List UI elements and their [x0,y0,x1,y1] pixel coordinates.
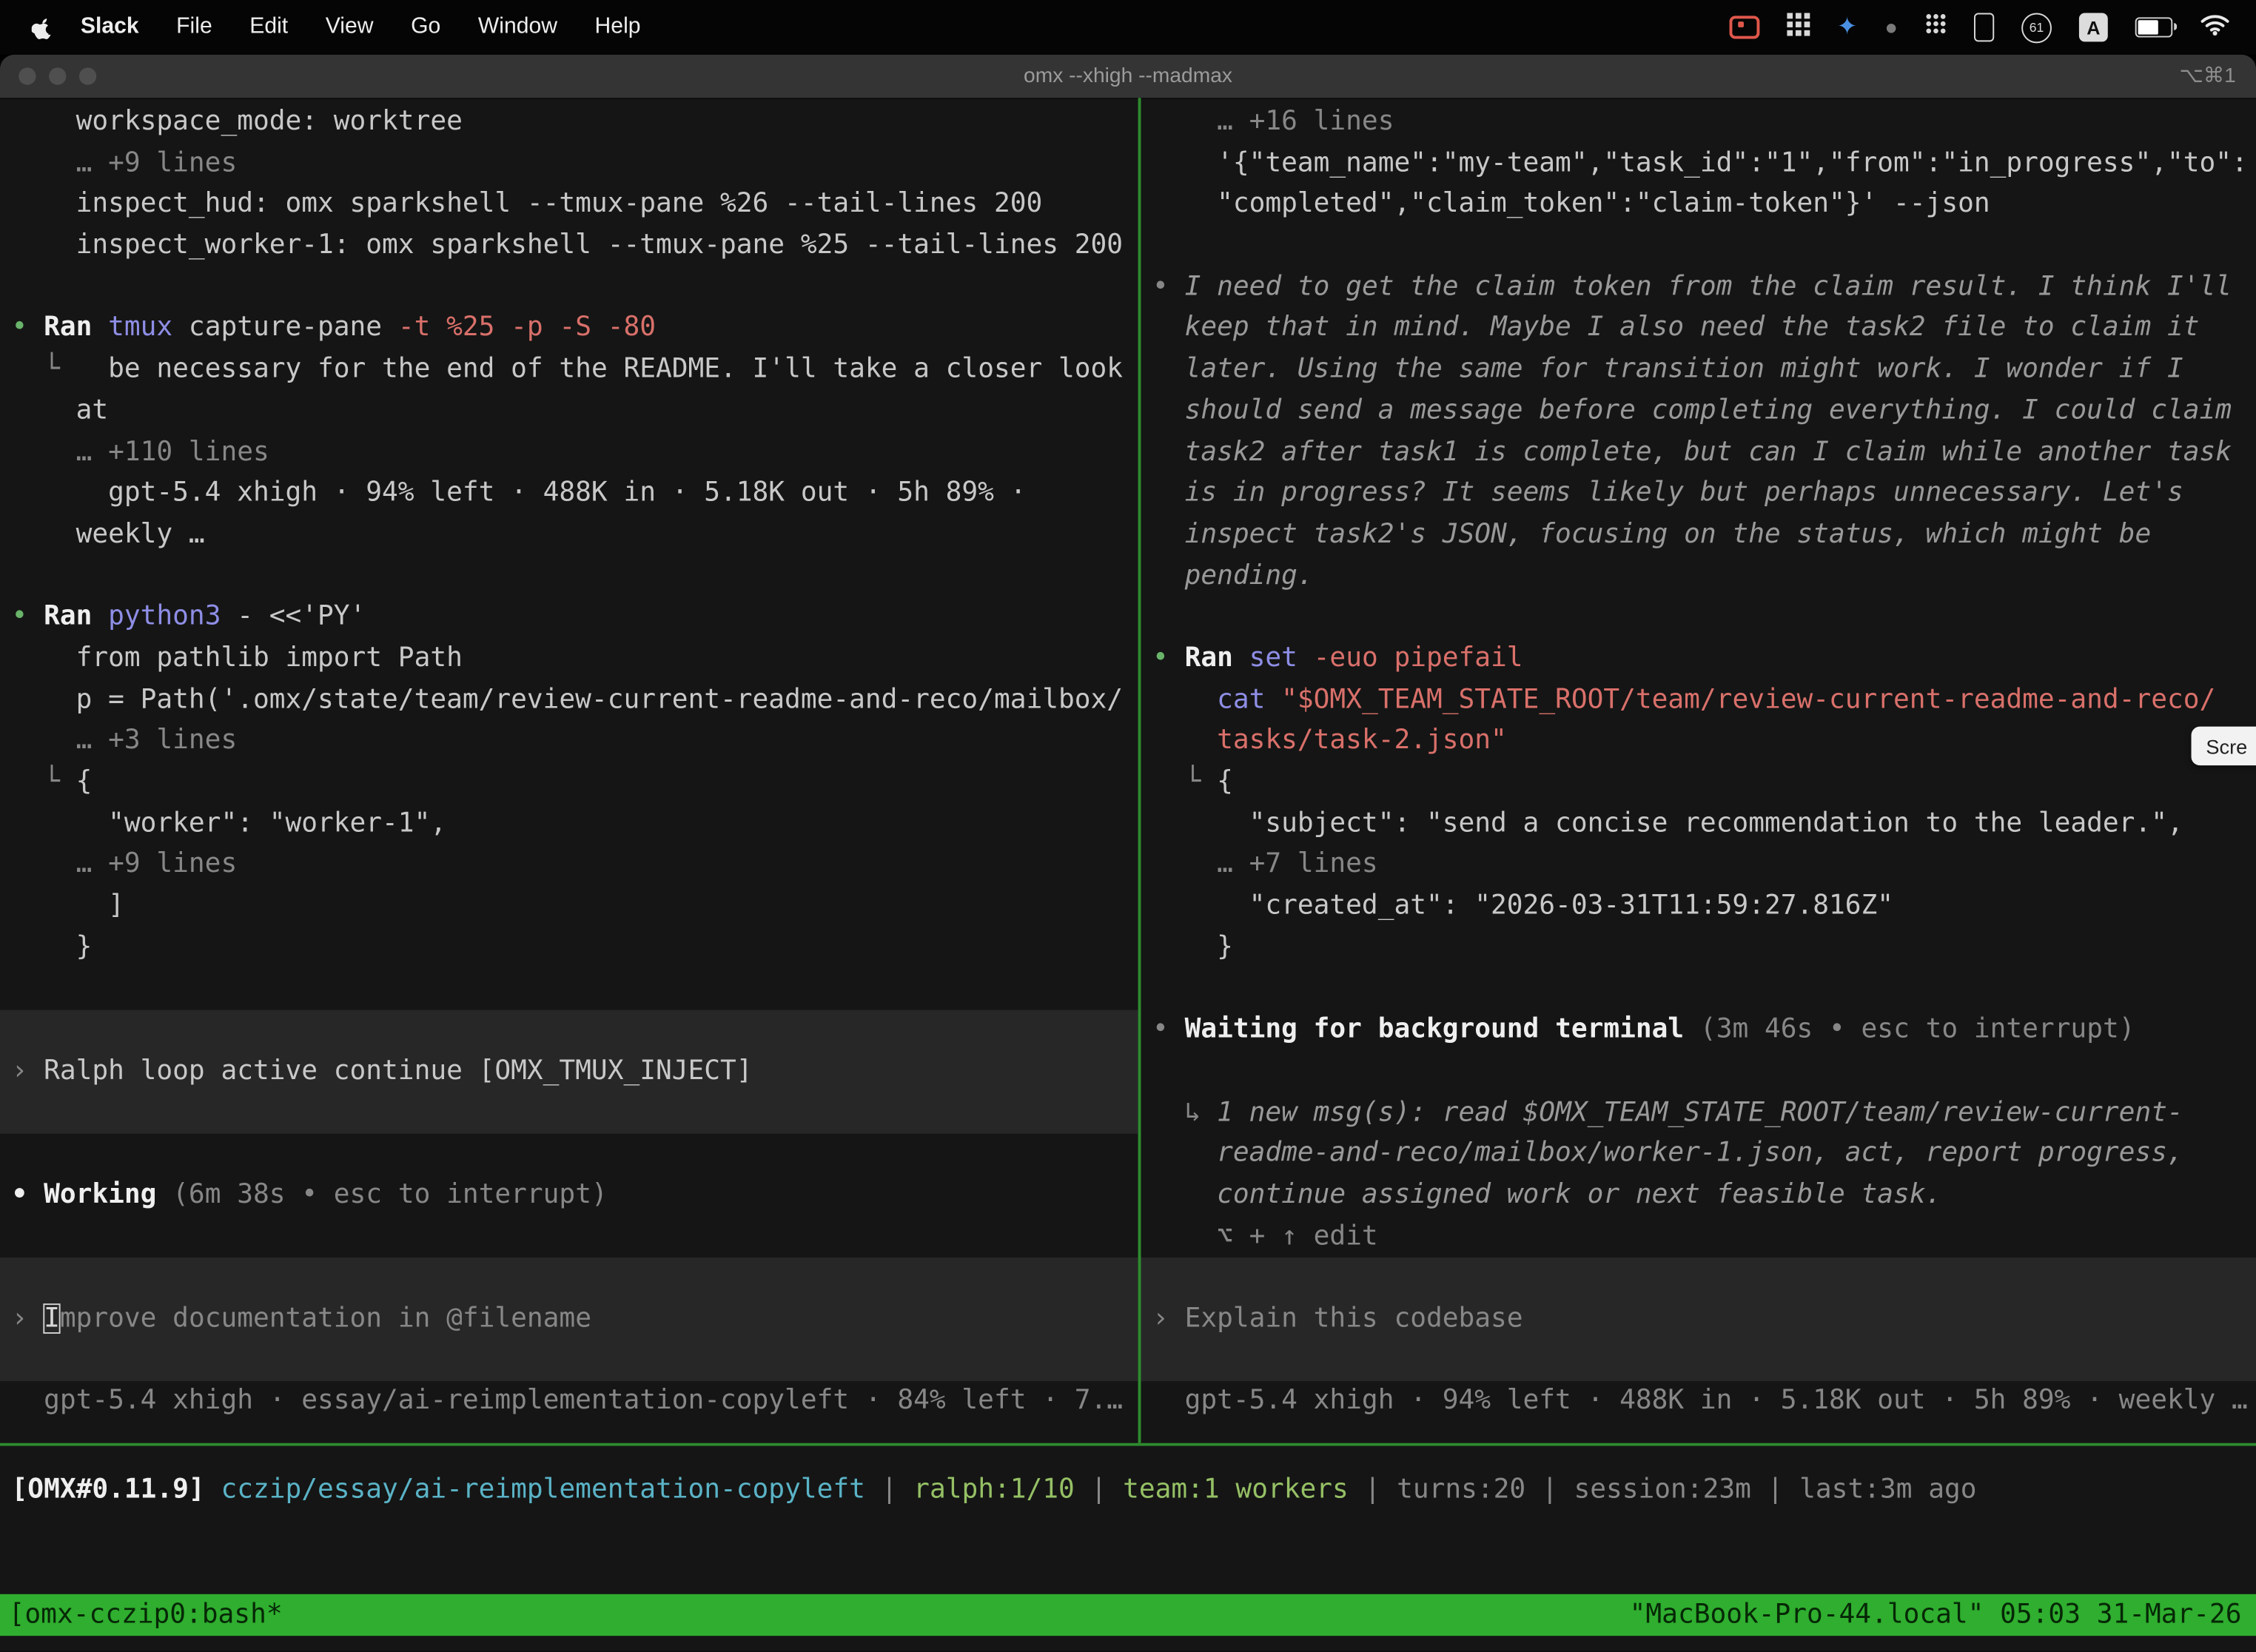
composer-input[interactable]: › Improve documentation in @filename [0,1258,1138,1381]
terminal-line: … +7 lines [1141,845,2256,887]
terminal-line: gpt-5.4 xhigh · 94% left · 488K in · 5.1… [0,474,1138,515]
tmux-host-clock: "MacBook-Pro-44.local" 05:03 31-Mar-26 [1630,1594,2256,1636]
menu-file[interactable]: File [158,14,231,40]
terminal-line: • I need to get the claim token from the… [1141,267,2256,309]
terminal-line: … +9 lines [0,845,1138,887]
waiting-status: • Waiting for background terminal (3m 46… [1141,1010,2256,1052]
screen: Slack File Edit View Go Window Help ✦ ● … [0,0,2256,1652]
terminal-line: '{"team_name":"my-team","task_id":"1","f… [1141,144,2256,185]
menu-help[interactable]: Help [576,14,659,40]
terminal-line: } [1141,927,2256,969]
menu-view[interactable]: View [306,14,392,40]
terminal-line [0,1217,1138,1258]
terminal-line: later. Using the same for transition mig… [1141,350,2256,392]
screen-overlay-chip[interactable]: Scre [2192,727,2256,765]
terminal-line: └ be necessary for the end of the README… [0,350,1138,392]
left-terminal-pane[interactable]: workspace_mode: worktree … +9 lines insp… [0,98,1138,1443]
omx-status-line: [OMX#0.11.9] cczip/essay/ai-reimplementa… [0,1446,2256,1512]
terminal-line: is in progress? It seems likely but perh… [1141,474,2256,515]
terminal-line: └ { [1141,762,2256,804]
right-terminal-pane[interactable]: … +16 lines '{"team_name":"my-team","tas… [1141,98,2256,1443]
terminal-line [1141,226,2256,267]
terminal-line: "subject": "send a concise recommendatio… [1141,804,2256,845]
terminal-line [1141,1052,2256,1093]
menu-go[interactable]: Go [392,14,460,40]
input-source-icon[interactable]: A [2079,13,2108,41]
terminal-line: pending. [1141,556,2256,597]
terminal-content: workspace_mode: worktree … +9 lines insp… [0,98,2256,1443]
terminal-line: "completed","claim_token":"claim-token"}… [1141,185,2256,226]
composer-input[interactable]: › Explain this codebase [1141,1258,2256,1381]
battery-icon[interactable] [2135,17,2173,37]
apple-menu-icon[interactable] [32,14,53,40]
terminal-line [0,969,1138,1010]
tmux-session-label: [omx-cczip0:bash* [0,1594,283,1636]
terminal-line: • Ran tmux capture-pane -t %25 -p -S -80 [0,309,1138,350]
terminal-line: at [0,391,1138,432]
device-icon[interactable] [1974,13,1994,41]
terminal-line: "created_at": "2026-03-31T11:59:27.816Z" [1141,887,2256,928]
terminal-line [1141,597,2256,639]
terminal-line: "worker": "worker-1", [0,804,1138,845]
terminal-line: … +110 lines [0,432,1138,474]
window-title-bar[interactable]: omx --xhigh --madmax ⌥⌘1 [0,55,2256,99]
queued-message[interactable]: › Ralph loop active continue [OMX_TMUX_I… [0,1010,1138,1134]
terminal-line: inspect_worker-1: omx sparkshell --tmux-… [0,226,1138,267]
terminal-line: } [0,927,1138,969]
window-shortcut-badge: ⌥⌘1 [2179,64,2235,87]
pane-status: gpt-5.4 xhigh · essay/ai-reimplementatio… [0,1382,1138,1423]
terminal-line: workspace_mode: worktree [0,102,1138,144]
status-pane: [OMX#0.11.9] cczip/essay/ai-reimplementa… [0,1446,2256,1594]
terminal-line: inspect task2's JSON, focusing on the st… [1141,515,2256,557]
terminal-line: keep that in mind. Maybe I also need the… [1141,309,2256,350]
circle-app-icon[interactable]: ● [1884,15,1898,39]
terminal-line: … +9 lines [0,144,1138,185]
terminal-line: tasks/task-2.json" [1141,721,2256,762]
window-title: omx --xhigh --madmax [0,64,2256,87]
terminal-line: task2 after task1 is complete, but can I… [1141,432,2256,474]
gauge-icon[interactable]: 61 [2021,13,2052,43]
wifi-icon[interactable] [2200,13,2230,43]
terminal-line: … +3 lines [0,721,1138,762]
terminal-line: … +16 lines [1141,102,2256,144]
terminal-line: continue assigned work or next feasible … [1141,1175,2256,1217]
terminal-line: readme-and-reco/mailbox/worker-1.json, a… [1141,1134,2256,1175]
terminal-line: • Ran python3 - <<'PY' [0,597,1138,639]
terminal-line [0,556,1138,597]
grid-icon[interactable] [1787,13,1810,43]
terminal-line: weekly … [0,515,1138,557]
working-status: • Working (6m 38s • esc to interrupt) [0,1175,1138,1217]
terminal-window: omx --xhigh --madmax ⌥⌘1 workspace_mode:… [0,55,2256,1652]
terminal-line: ] [0,887,1138,928]
terminal-line: from pathlib import Path [0,639,1138,680]
dots-grid-icon[interactable] [1925,13,1947,41]
menu-app-name[interactable]: Slack [62,14,158,40]
terminal-line: ⌥ + ↑ edit [1141,1217,2256,1258]
terminal-line: inspect_hud: omx sparkshell --tmux-pane … [0,185,1138,226]
terminal-line: ↳ 1 new msg(s): read $OMX_TEAM_STATE_ROO… [1141,1092,2256,1134]
menu-edit[interactable]: Edit [231,14,306,40]
terminal-line [0,1134,1138,1175]
menu-window[interactable]: Window [460,14,577,40]
sparkle-icon[interactable]: ✦ [1837,13,1858,41]
tmux-status-bar: [omx-cczip0:bash* "MacBook-Pro-44.local"… [0,1594,2256,1636]
terminal-line [0,267,1138,309]
screen-recording-icon[interactable] [1729,16,1759,38]
menu-bar-status-icons: ✦ ● 61 A [1729,13,2256,43]
terminal-line: should send a message before completing … [1141,391,2256,432]
terminal-line: • Ran set -euo pipefail [1141,639,2256,680]
pane-status: gpt-5.4 xhigh · 94% left · 488K in · 5.1… [1141,1382,2256,1423]
terminal-line: cat "$OMX_TEAM_STATE_ROOT/team/review-cu… [1141,680,2256,722]
terminal-line: └ { [0,762,1138,804]
terminal-line [1141,969,2256,1010]
macos-menu-bar: Slack File Edit View Go Window Help ✦ ● … [0,0,2256,55]
terminal-line: p = Path('.omx/state/team/review-current… [0,680,1138,722]
